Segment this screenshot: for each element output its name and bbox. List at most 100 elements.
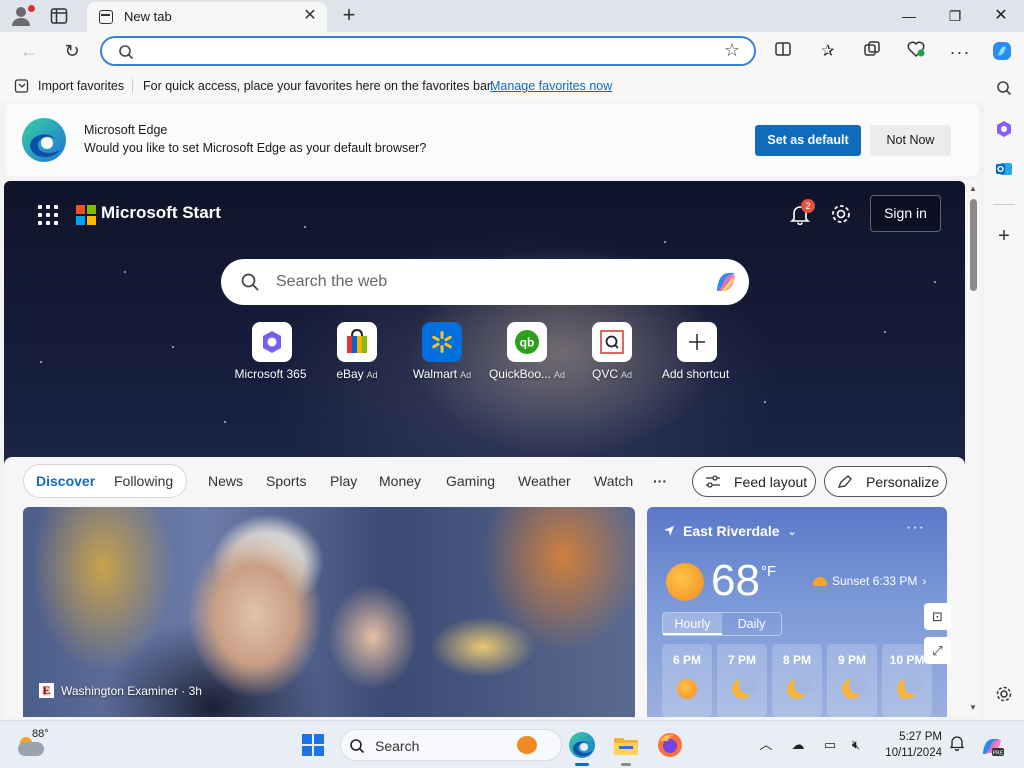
page-settings-gear-icon[interactable] <box>830 203 852 225</box>
tab-title: New tab <box>124 9 172 24</box>
volume-muted-icon[interactable]: 🔇︎ <box>846 735 866 755</box>
moon-icon <box>842 676 867 699</box>
copilot-search-icon[interactable] <box>711 267 741 297</box>
close-tab-icon[interactable]: ✕ <box>301 7 319 25</box>
temperature-unit[interactable]: °F <box>761 563 776 580</box>
sidebar-add-icon[interactable]: + <box>992 224 1016 248</box>
shortcut-quickbooks[interactable]: qb QuickBoo... Ad <box>483 322 571 381</box>
shortcut-qvc[interactable]: QVC Ad <box>568 322 656 381</box>
taskbar-file-explorer-icon[interactable] <box>610 729 642 766</box>
system-clock[interactable]: 5:27 PM 10/11/2024 <box>876 729 942 761</box>
shortcut-label: Walmart <box>412 367 458 381</box>
notifications-bell-icon[interactable]: 2 <box>789 199 815 226</box>
tab-discover[interactable]: Discover <box>36 473 95 489</box>
shortcut-ad-tag: Ad <box>366 370 378 380</box>
refresh-icon[interactable]: ↻ <box>59 38 85 64</box>
weather-more-icon[interactable]: ··· <box>906 519 925 537</box>
not-now-button[interactable]: Not Now <box>870 125 951 156</box>
hero-news-card[interactable]: E Washington Examiner · 3h <box>23 507 635 717</box>
show-hidden-icons-chevron-icon[interactable]: ︿ <box>756 735 776 755</box>
collections-icon[interactable] <box>860 40 884 64</box>
forecast-hour[interactable]: 8 PM <box>772 644 822 717</box>
star-decor <box>172 346 174 348</box>
sidebar-search-icon[interactable] <box>992 80 1016 104</box>
tab-hourly[interactable]: Hourly <box>663 613 722 635</box>
copilot-preview-icon[interactable]: PRE <box>980 735 1004 757</box>
category-sports[interactable]: Sports <box>266 473 306 489</box>
settings-more-icon[interactable]: ··· <box>948 40 972 64</box>
category-money[interactable]: Money <box>379 473 421 489</box>
tab-new-tab[interactable]: New tab ✕ <box>87 2 327 32</box>
shortcut-add[interactable]: Add shortcut <box>653 322 741 381</box>
network-vpn-icon[interactable]: ☁ <box>788 735 808 755</box>
manage-favorites-link[interactable]: Manage favorites now <box>490 79 612 93</box>
forecast-time: 10 PM <box>889 653 925 667</box>
sunset-info[interactable]: Sunset 6:33 PM › <box>813 574 926 588</box>
forecast-hour[interactable]: 6 PM <box>662 644 712 717</box>
taskbar-weather-widget[interactable]: 88° <box>16 728 56 762</box>
favorites-bar: Import favorites For quick access, place… <box>0 70 985 102</box>
shortcut-microsoft365[interactable]: Microsoft 365 <box>228 322 316 381</box>
back-icon[interactable]: ← <box>16 38 42 64</box>
sign-in-button[interactable]: Sign in <box>870 195 941 232</box>
split-screen-icon[interactable] <box>771 40 795 64</box>
category-play[interactable]: Play <box>330 473 357 489</box>
sidebar-microsoft365-icon[interactable] <box>992 120 1016 144</box>
sidebar-outlook-icon[interactable] <box>992 160 1016 184</box>
category-watch[interactable]: Watch <box>594 473 633 489</box>
forecast-hour[interactable]: 7 PM <box>717 644 767 717</box>
tab-following[interactable]: Following <box>114 473 173 489</box>
more-categories-icon[interactable]: ··· <box>653 473 667 489</box>
category-news[interactable]: News <box>208 473 243 489</box>
weather-location[interactable]: East Riverdale ⌄ <box>663 523 797 539</box>
tab-actions-icon[interactable] <box>50 7 70 25</box>
banner-message: Would you like to set Microsoft Edge as … <box>84 141 427 155</box>
import-favorites-button[interactable]: Import favorites <box>14 78 124 94</box>
scroll-down-icon[interactable]: ▼ <box>968 703 978 713</box>
close-window-icon[interactable]: ✕ <box>978 0 1024 32</box>
forecast-hour[interactable]: 10 PM <box>882 644 932 717</box>
notification-bell-icon[interactable] <box>947 735 967 755</box>
display-icon[interactable]: ▭ <box>820 735 840 755</box>
restore-icon[interactable]: ❐ <box>932 0 978 32</box>
shortcut-ebay[interactable]: eBay Ad <box>313 322 401 381</box>
taskbar-firefox-icon[interactable] <box>654 729 686 761</box>
sunset-label: Sunset 6:33 PM <box>832 574 918 588</box>
scrollbar-thumb[interactable] <box>970 199 977 291</box>
profile-avatar-icon[interactable] <box>10 5 35 27</box>
address-input[interactable] <box>142 41 702 61</box>
scroll-up-icon[interactable]: ▲ <box>968 184 978 194</box>
shortcut-walmart[interactable]: Walmart Ad <box>398 322 486 381</box>
personalize-label: Personalize <box>866 474 940 490</box>
weather-map-icon[interactable]: ⊡ <box>924 603 951 630</box>
chevron-down-icon: ⌄ <box>787 525 797 538</box>
favorites-icon[interactable]: ✰ <box>816 40 840 64</box>
new-tab-page: Microsoft Start 2 Sign in Search the web… <box>4 181 965 717</box>
category-gaming[interactable]: Gaming <box>446 473 495 489</box>
windows-start-icon[interactable] <box>302 734 324 756</box>
new-tab-plus-icon[interactable]: + <box>339 4 359 26</box>
taskbar-search-box[interactable]: Search <box>340 729 562 761</box>
favorite-star-icon[interactable]: ☆ <box>724 40 740 61</box>
address-bar[interactable]: ☆ <box>100 36 756 66</box>
import-favorites-label: Import favorites <box>38 79 125 93</box>
brand-title[interactable]: Microsoft Start <box>101 203 221 223</box>
shortcut-label: eBay <box>336 367 364 381</box>
forecast-hour[interactable]: 9 PM <box>827 644 877 717</box>
set-as-default-button[interactable]: Set as default <box>755 125 861 156</box>
category-weather[interactable]: Weather <box>518 473 571 489</box>
running-app-indicator <box>621 763 631 766</box>
copilot-icon[interactable] <box>990 40 1014 64</box>
feed-layout-button[interactable]: Feed layout <box>692 466 816 497</box>
apps-launcher-icon[interactable] <box>38 205 58 225</box>
page-scrollbar[interactable]: ▲ ▼ <box>966 181 980 717</box>
minimize-icon[interactable]: — <box>886 0 932 32</box>
tab-daily[interactable]: Daily <box>722 613 781 635</box>
personalize-button[interactable]: Personalize <box>824 466 947 497</box>
sidebar-settings-gear-icon[interactable] <box>992 685 1016 709</box>
walmart-spark-icon <box>422 322 462 362</box>
weather-card[interactable]: East Riverdale ⌄ ··· 68 °F Sunset 6:33 P… <box>647 507 951 717</box>
browser-essentials-icon[interactable] <box>904 40 928 64</box>
web-search-box[interactable]: Search the web <box>221 259 749 305</box>
taskbar-edge-icon[interactable] <box>566 729 598 766</box>
